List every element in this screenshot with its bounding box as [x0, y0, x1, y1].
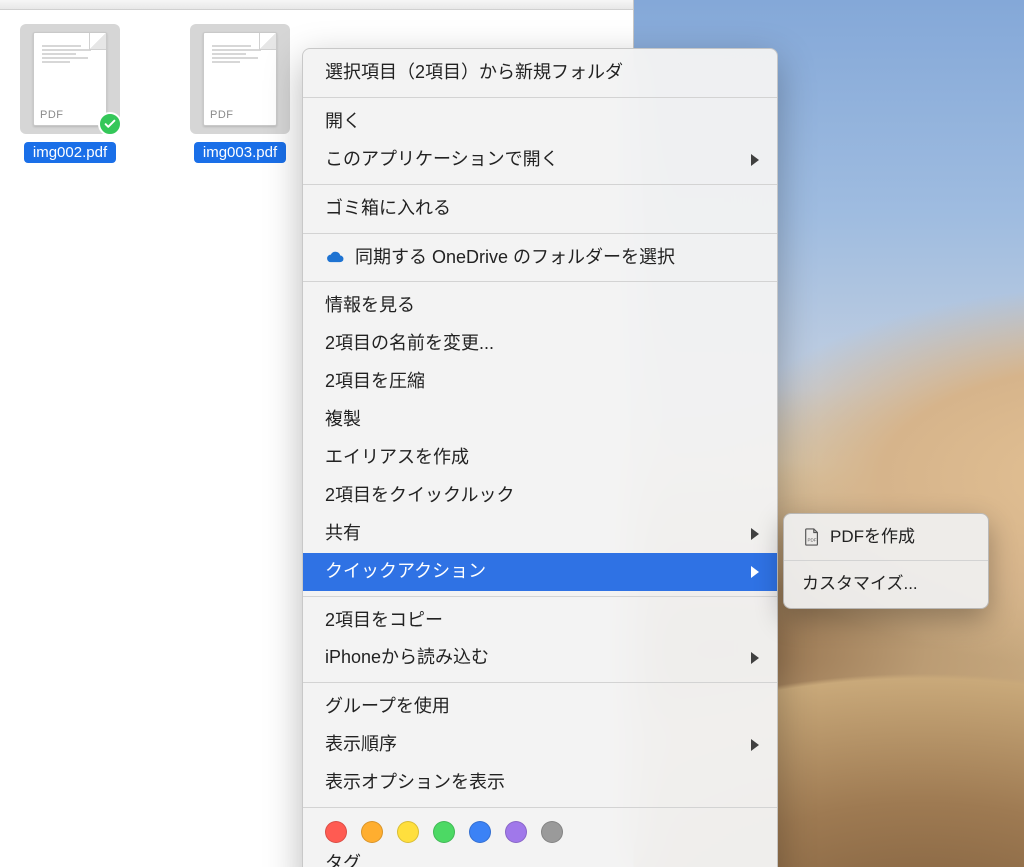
menu-label: 複製 — [325, 406, 361, 434]
menu-label: クイックアクション — [325, 558, 486, 586]
menu-separator — [303, 97, 777, 98]
menu-label: 2項目を圧縮 — [325, 368, 425, 396]
menu-separator — [303, 807, 777, 808]
menu-separator — [784, 560, 988, 561]
menu-onedrive-choose-folder[interactable]: 同期する OneDrive のフォルダーを選択 — [303, 239, 777, 277]
sync-ok-icon — [98, 112, 122, 136]
menu-label: 同期する OneDrive のフォルダーを選択 — [355, 244, 675, 272]
menu-label: 開く — [325, 108, 361, 136]
menu-label: このアプリケーションで開く — [325, 146, 559, 174]
menu-separator — [303, 184, 777, 185]
menu-make-alias[interactable]: エイリアスを作成 — [303, 439, 777, 477]
menu-quick-look[interactable]: 2項目をクイックルック — [303, 477, 777, 515]
pdf-icon: PDF — [802, 527, 822, 547]
tag-red[interactable] — [325, 821, 347, 843]
menu-separator — [303, 596, 777, 597]
menu-label: PDFを作成 — [830, 524, 915, 550]
menu-rename-items[interactable]: 2項目の名前を変更... — [303, 325, 777, 363]
menu-compress-items[interactable]: 2項目を圧縮 — [303, 363, 777, 401]
menu-separator — [303, 682, 777, 683]
tag-yellow[interactable] — [397, 821, 419, 843]
file-type-badge: PDF — [40, 109, 64, 121]
menu-new-folder-from-selection[interactable]: 選択項目（2項目）から新規フォルダ — [303, 54, 777, 92]
menu-tags[interactable]: タグ... — [303, 845, 777, 867]
onedrive-cloud-icon — [325, 248, 345, 268]
menu-move-to-trash[interactable]: ゴミ箱に入れる — [303, 190, 777, 228]
menu-label: タグ... — [325, 850, 376, 867]
menu-open-with[interactable]: このアプリケーションで開く — [303, 141, 777, 179]
menu-sort-by[interactable]: 表示順序 — [303, 726, 777, 764]
menu-share[interactable]: 共有 — [303, 515, 777, 553]
menu-use-groups[interactable]: グループを使用 — [303, 688, 777, 726]
file-item[interactable]: PDF img003.pdf — [180, 24, 300, 163]
menu-label: グループを使用 — [325, 693, 450, 721]
tag-purple[interactable] — [505, 821, 527, 843]
tag-blue[interactable] — [469, 821, 491, 843]
menu-separator — [303, 281, 777, 282]
menu-label: 2項目をクイックルック — [325, 482, 514, 510]
menu-show-view-options[interactable]: 表示オプションを表示 — [303, 764, 777, 802]
menu-label: ゴミ箱に入れる — [325, 195, 451, 223]
file-name[interactable]: img003.pdf — [194, 142, 286, 163]
tag-color-row — [303, 813, 777, 845]
tag-green[interactable] — [433, 821, 455, 843]
menu-label: 選択項目（2項目）から新規フォルダ — [325, 59, 623, 87]
submenu-customize[interactable]: カスタマイズ... — [784, 566, 988, 602]
finder-toolbar — [0, 0, 633, 10]
menu-label: エイリアスを作成 — [325, 444, 469, 472]
menu-label: カスタマイズ... — [802, 571, 918, 597]
menu-quick-actions[interactable]: クイックアクション — [303, 553, 777, 591]
menu-label: 表示オプションを表示 — [325, 769, 505, 797]
quick-actions-submenu: PDF PDFを作成 カスタマイズ... — [783, 513, 989, 609]
menu-open[interactable]: 開く — [303, 103, 777, 141]
file-name[interactable]: img002.pdf — [24, 142, 116, 163]
file-icon[interactable]: PDF — [190, 24, 290, 134]
menu-label: 表示順序 — [325, 731, 397, 759]
file-icon[interactable]: PDF — [20, 24, 120, 134]
menu-import-from-iphone[interactable]: iPhoneから読み込む — [303, 639, 777, 677]
submenu-create-pdf[interactable]: PDF PDFを作成 — [784, 519, 988, 555]
menu-label: 情報を見る — [325, 292, 415, 320]
menu-label: 2項目をコピー — [325, 607, 443, 635]
file-item[interactable]: PDF img002.pdf — [10, 24, 130, 163]
menu-copy-items[interactable]: 2項目をコピー — [303, 602, 777, 640]
menu-get-info[interactable]: 情報を見る — [303, 287, 777, 325]
menu-separator — [303, 233, 777, 234]
file-type-badge: PDF — [210, 109, 234, 121]
context-menu: 選択項目（2項目）から新規フォルダ 開く このアプリケーションで開く ゴミ箱に入… — [302, 48, 778, 867]
tag-gray[interactable] — [541, 821, 563, 843]
svg-text:PDF: PDF — [808, 538, 817, 543]
menu-label: 共有 — [325, 520, 361, 548]
menu-duplicate[interactable]: 複製 — [303, 401, 777, 439]
tag-orange[interactable] — [361, 821, 383, 843]
menu-label: 2項目の名前を変更... — [325, 330, 494, 358]
menu-label: iPhoneから読み込む — [325, 644, 489, 672]
